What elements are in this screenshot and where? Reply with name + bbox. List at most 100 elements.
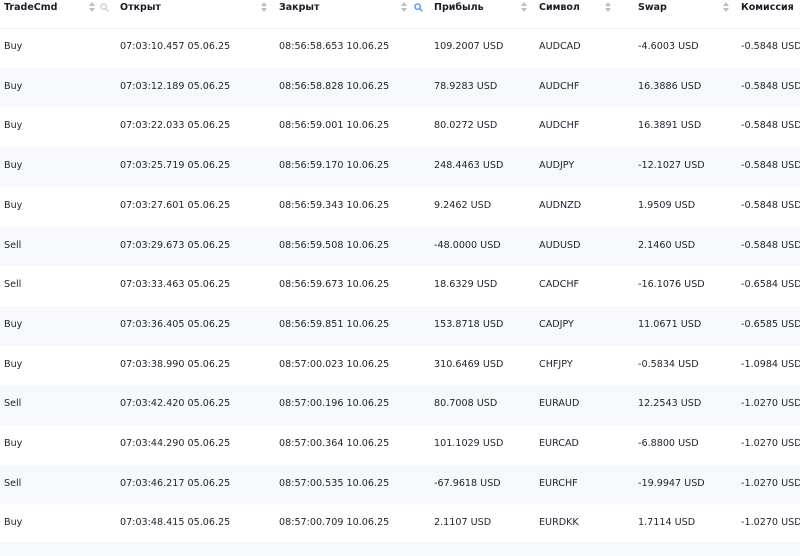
cell-commission: -0.5848 USD [741, 160, 800, 172]
cell-commission: -0.5848 USD [741, 80, 800, 92]
cell-close: 08:57:00.535 10.06.25 [279, 477, 390, 489]
cell-symbol: CADCHF [539, 279, 580, 291]
cell-trade-cmd: Sell [4, 279, 22, 291]
trades-table: TradeCmd Открыт Закрыт Прибыль Символ Swap Ком… [0, 0, 800, 556]
cell-trade-cmd: Buy [4, 199, 23, 211]
cell-profit: 248.4463 USD [434, 160, 504, 172]
cell-commission: -1.0270 USD [741, 477, 800, 489]
cell-trade-cmd: Buy [4, 517, 23, 529]
cell-profit: 9.2462 USD [434, 199, 492, 211]
table-row[interactable]: Buy 07:03:27.601 05.06.25 08:56:59.343 10.… [0, 187, 800, 227]
cell-open: 07:03:22.033 05.06.25 [120, 120, 231, 132]
cell-profit: 80.7008 USD [434, 398, 498, 410]
cell-profit: 2.1107 USD [434, 517, 492, 529]
cell-open: 07:03:48.415 05.06.25 [120, 517, 231, 529]
cell-trade-cmd: Buy [4, 160, 23, 172]
cell-swap: 16.3891 USD [638, 120, 702, 132]
cell-symbol: AUDCHF [539, 120, 580, 132]
column-header-label: TradeCmd [4, 2, 58, 13]
cell-close: 08:56:59.851 10.06.25 [279, 318, 390, 330]
column-header-label: Прибыль [434, 2, 484, 13]
cell-commission: -0.5848 USD [741, 120, 800, 132]
cell-swap: -0.5834 USD [638, 358, 699, 370]
cell-close: 08:56:58.828 10.06.25 [279, 80, 390, 92]
sort-icon[interactable] [400, 2, 408, 14]
table-row[interactable]: Buy 07:03:36.405 05.06.25 08:56:59.851 10.… [0, 305, 800, 346]
next-row-partial [0, 542, 800, 556]
cell-commission: -1.0270 USD [741, 398, 800, 410]
cell-swap: 1.7114 USD [638, 517, 696, 529]
cell-open: 07:03:12.189 05.06.25 [120, 80, 231, 92]
sort-icon[interactable] [88, 2, 96, 14]
cell-commission: -1.0984 USD [741, 358, 800, 370]
column-header-label: Комиссия [741, 2, 794, 13]
cell-symbol: EURCAD [539, 438, 579, 449]
column-header-label: Открыт [120, 2, 161, 13]
cell-profit: -48.0000 USD [434, 239, 501, 251]
table-row[interactable]: Sell 07:03:46.217 05.06.25 08:57:00.535 10… [0, 464, 800, 505]
cell-symbol: AUDUSD [539, 239, 581, 251]
cell-swap: -16.1076 USD [638, 279, 705, 291]
table-row[interactable]: Buy 07:03:12.189 05.06.25 08:56:58.828 10.… [0, 67, 800, 108]
cell-profit: 109.2007 USD [434, 41, 504, 52]
cell-symbol: CHFJPY [539, 358, 573, 370]
cell-open: 07:03:38.990 05.06.25 [120, 358, 231, 370]
table-row[interactable]: Buy 07:03:22.033 05.06.25 08:56:59.001 10.… [0, 107, 800, 147]
cell-trade-cmd: Sell [4, 477, 22, 489]
search-icon[interactable] [414, 3, 423, 12]
table-row[interactable]: Buy 07:03:38.990 05.06.25 08:57:00.023 10.… [0, 346, 800, 386]
cell-profit: 78.9283 USD [434, 80, 498, 92]
cell-trade-cmd: Buy [4, 318, 23, 330]
cell-close: 08:56:59.343 10.06.25 [279, 199, 390, 211]
cell-close: 08:57:00.364 10.06.25 [279, 438, 390, 449]
cell-open: 07:03:42.420 05.06.25 [120, 398, 231, 410]
cell-close: 08:56:58.653 10.06.25 [279, 41, 390, 52]
cell-symbol: EURDKK [539, 517, 579, 529]
cell-profit: 80.0272 USD [434, 120, 498, 132]
cell-profit: -67.9618 USD [434, 477, 501, 489]
cell-close: 08:56:59.508 10.06.25 [279, 239, 390, 251]
cell-commission: -1.0270 USD [741, 438, 800, 449]
table-row[interactable]: Buy 07:03:48.415 05.06.25 08:57:00.709 10.… [0, 504, 800, 544]
table-row[interactable]: Buy 07:03:44.290 05.06.25 08:57:00.364 10.… [0, 425, 800, 465]
cell-open: 07:03:29.673 05.06.25 [120, 239, 231, 251]
cell-open: 07:03:36.405 05.06.25 [120, 318, 231, 330]
cell-open: 07:03:44.290 05.06.25 [120, 438, 231, 449]
table-row[interactable]: Sell 07:03:33.463 05.06.25 08:56:59.673 10… [0, 266, 800, 306]
cell-symbol: AUDNZD [539, 199, 582, 211]
cell-profit: 101.1029 USD [434, 438, 504, 449]
cell-close: 08:56:59.170 10.06.25 [279, 160, 390, 172]
cell-close: 08:56:59.001 10.06.25 [279, 120, 390, 132]
sort-icon[interactable] [722, 2, 730, 14]
cell-symbol: AUDCAD [539, 41, 581, 52]
cell-swap: 16.3886 USD [638, 80, 702, 92]
cell-close: 08:57:00.196 10.06.25 [279, 398, 390, 410]
sort-icon[interactable] [260, 2, 268, 14]
cell-profit: 310.6469 USD [434, 358, 504, 370]
cell-trade-cmd: Buy [4, 438, 23, 449]
cell-close: 08:56:59.673 10.06.25 [279, 279, 390, 291]
cell-trade-cmd: Sell [4, 239, 22, 251]
cell-commission: -0.5848 USD [741, 199, 800, 211]
cell-commission: -0.6584 USD [741, 279, 800, 291]
cell-trade-cmd: Sell [4, 398, 22, 410]
table-row[interactable]: Sell 07:03:29.673 05.06.25 08:56:59.508 10… [0, 226, 800, 267]
cell-open: 07:03:10.457 05.06.25 [120, 41, 231, 52]
cell-open: 07:03:46.217 05.06.25 [120, 477, 231, 489]
cell-trade-cmd: Buy [4, 41, 23, 52]
column-header-label: Символ [539, 2, 580, 13]
table-row[interactable]: Buy 07:03:25.719 05.06.25 08:56:59.170 10.… [0, 147, 800, 187]
cell-swap: -6.8800 USD [638, 438, 699, 449]
table-row[interactable]: Buy 07:03:10.457 05.06.25 08:56:58.653 10.… [0, 28, 800, 68]
cell-symbol: AUDJPY [539, 160, 575, 172]
cell-trade-cmd: Buy [4, 80, 23, 92]
cell-commission: -0.6585 USD [741, 318, 800, 330]
cell-swap: 11.0671 USD [638, 318, 702, 330]
cell-swap: -19.9947 USD [638, 477, 705, 489]
sort-icon[interactable] [520, 2, 528, 14]
table-row[interactable]: Sell 07:03:42.420 05.06.25 08:57:00.196 10… [0, 385, 800, 425]
cell-open: 07:03:27.601 05.06.25 [120, 199, 231, 211]
sort-icon[interactable] [604, 2, 612, 14]
search-icon[interactable] [100, 3, 109, 12]
cell-commission: -0.5848 USD [741, 41, 800, 52]
